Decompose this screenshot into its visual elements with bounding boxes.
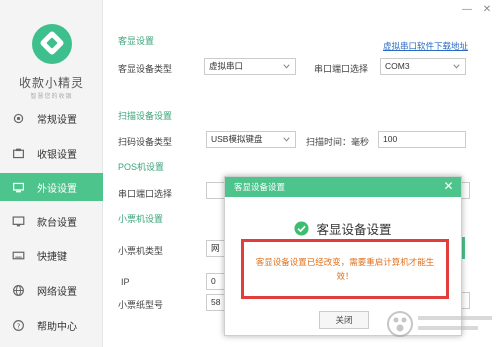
watermark-logo: [386, 306, 498, 342]
sidebar-item-cashier[interactable]: 收银设置: [0, 139, 103, 167]
sidebar-item-network[interactable]: 网络设置: [0, 276, 103, 304]
scanner-device-type-label: 扫码设备类型: [118, 137, 173, 147]
display-section-title: 客显设置: [118, 36, 155, 46]
display-device-type-select[interactable]: 虚拟串口: [204, 58, 296, 75]
scan-time-label: 扫描时间：毫秒: [306, 137, 370, 147]
sidebar-item-label: 帮助中心: [37, 321, 77, 333]
globe-icon: [12, 284, 25, 297]
printer-type-label: 小票机类型: [118, 246, 164, 256]
printer-section-title: 小票机设置: [118, 214, 164, 224]
display-port-value: COM3: [385, 61, 410, 71]
chevron-down-icon: [283, 64, 290, 69]
keyboard-icon: [12, 249, 25, 262]
pos-port-label: 串口端口选择: [118, 189, 173, 199]
scanner-section-title: 扫描设备设置: [118, 111, 173, 121]
printer-ip-label: IP: [121, 277, 130, 287]
printer-paper-model-label: 小票纸型号: [118, 300, 164, 310]
sidebar-item-label: 常规设置: [37, 114, 77, 126]
printer-ip-input[interactable]: 0: [206, 273, 226, 290]
sidebar-item-general[interactable]: 常规设置: [0, 104, 103, 132]
display-port-select[interactable]: COM3: [380, 58, 466, 75]
peripheral-icon: [12, 181, 25, 194]
display-device-type-label: 客显设备类型: [118, 64, 173, 74]
sidebar-item-help[interactable]: ? 帮助中心: [0, 311, 103, 339]
scanner-device-type-value: USB模拟键盘: [211, 134, 263, 144]
scan-time-input[interactable]: 100: [378, 131, 466, 148]
sidebar-item-label: 外设设置: [37, 183, 77, 195]
app-brand-name: 收款小精灵: [18, 76, 84, 90]
close-window-button[interactable]: ✕: [481, 4, 493, 16]
dialog-header: 客显设备设置: [225, 177, 461, 197]
sidebar-item-peripheral[interactable]: 外设设置: [0, 173, 103, 201]
chevron-down-icon: [453, 64, 460, 69]
svg-text:?: ?: [17, 321, 21, 330]
driver-download-link[interactable]: 虚拟串口软件下载地址: [383, 40, 468, 52]
app-tagline: 智慧您的收银: [30, 94, 73, 100]
dialog-title-text: 客显设备设置: [316, 223, 392, 237]
sidebar-item-label: 快捷键: [37, 251, 67, 263]
sidebar-item-label: 网络设置: [37, 286, 77, 298]
printer-type-select[interactable]: 网口: [206, 240, 226, 257]
pos-section-title: POS机设置: [118, 162, 165, 172]
help-icon: ?: [12, 319, 25, 332]
sidebar-item-label: 收银设置: [37, 149, 77, 161]
display-device-type-value: 虚拟串口: [209, 61, 244, 71]
display-port-label: 串口端口选择: [314, 64, 369, 74]
sidebar-item-shortcuts[interactable]: 快捷键: [0, 241, 103, 269]
scanner-device-type-select[interactable]: USB模拟键盘: [206, 131, 296, 148]
dialog-close-icon[interactable]: ✕: [442, 180, 455, 193]
sidebar-item-label: 款台设置: [37, 217, 77, 229]
dialog-title: 客显设备设置: [225, 219, 461, 238]
app-logo: [32, 24, 72, 64]
cashier-icon: [12, 147, 25, 160]
monitor-icon: [12, 215, 25, 228]
chevron-down-icon: [283, 137, 290, 142]
dialog-message: 客显设备设置已经改变，需要重启计算机才能生效！: [241, 239, 449, 299]
printer-type-value: 网口: [211, 243, 220, 253]
gear-icon: [12, 112, 25, 125]
dialog-message-text: 客显设备设置已经改变，需要重启计算机才能生效！: [255, 257, 435, 281]
printer-paper-model-input[interactable]: 58: [206, 294, 226, 311]
dialog-close-button[interactable]: 关闭: [319, 311, 369, 329]
check-circle-icon: [294, 221, 310, 236]
minimize-button[interactable]: —: [461, 4, 473, 16]
sidebar: 收款小精灵 智慧您的收银 常规设置 收银设置 外设设置 款台设置 快捷键 网络设…: [0, 0, 103, 347]
dialog-header-title: 客显设备设置: [234, 182, 286, 192]
sidebar-item-counter[interactable]: 款台设置: [0, 207, 103, 235]
pos-port-select[interactable]: [206, 182, 226, 199]
